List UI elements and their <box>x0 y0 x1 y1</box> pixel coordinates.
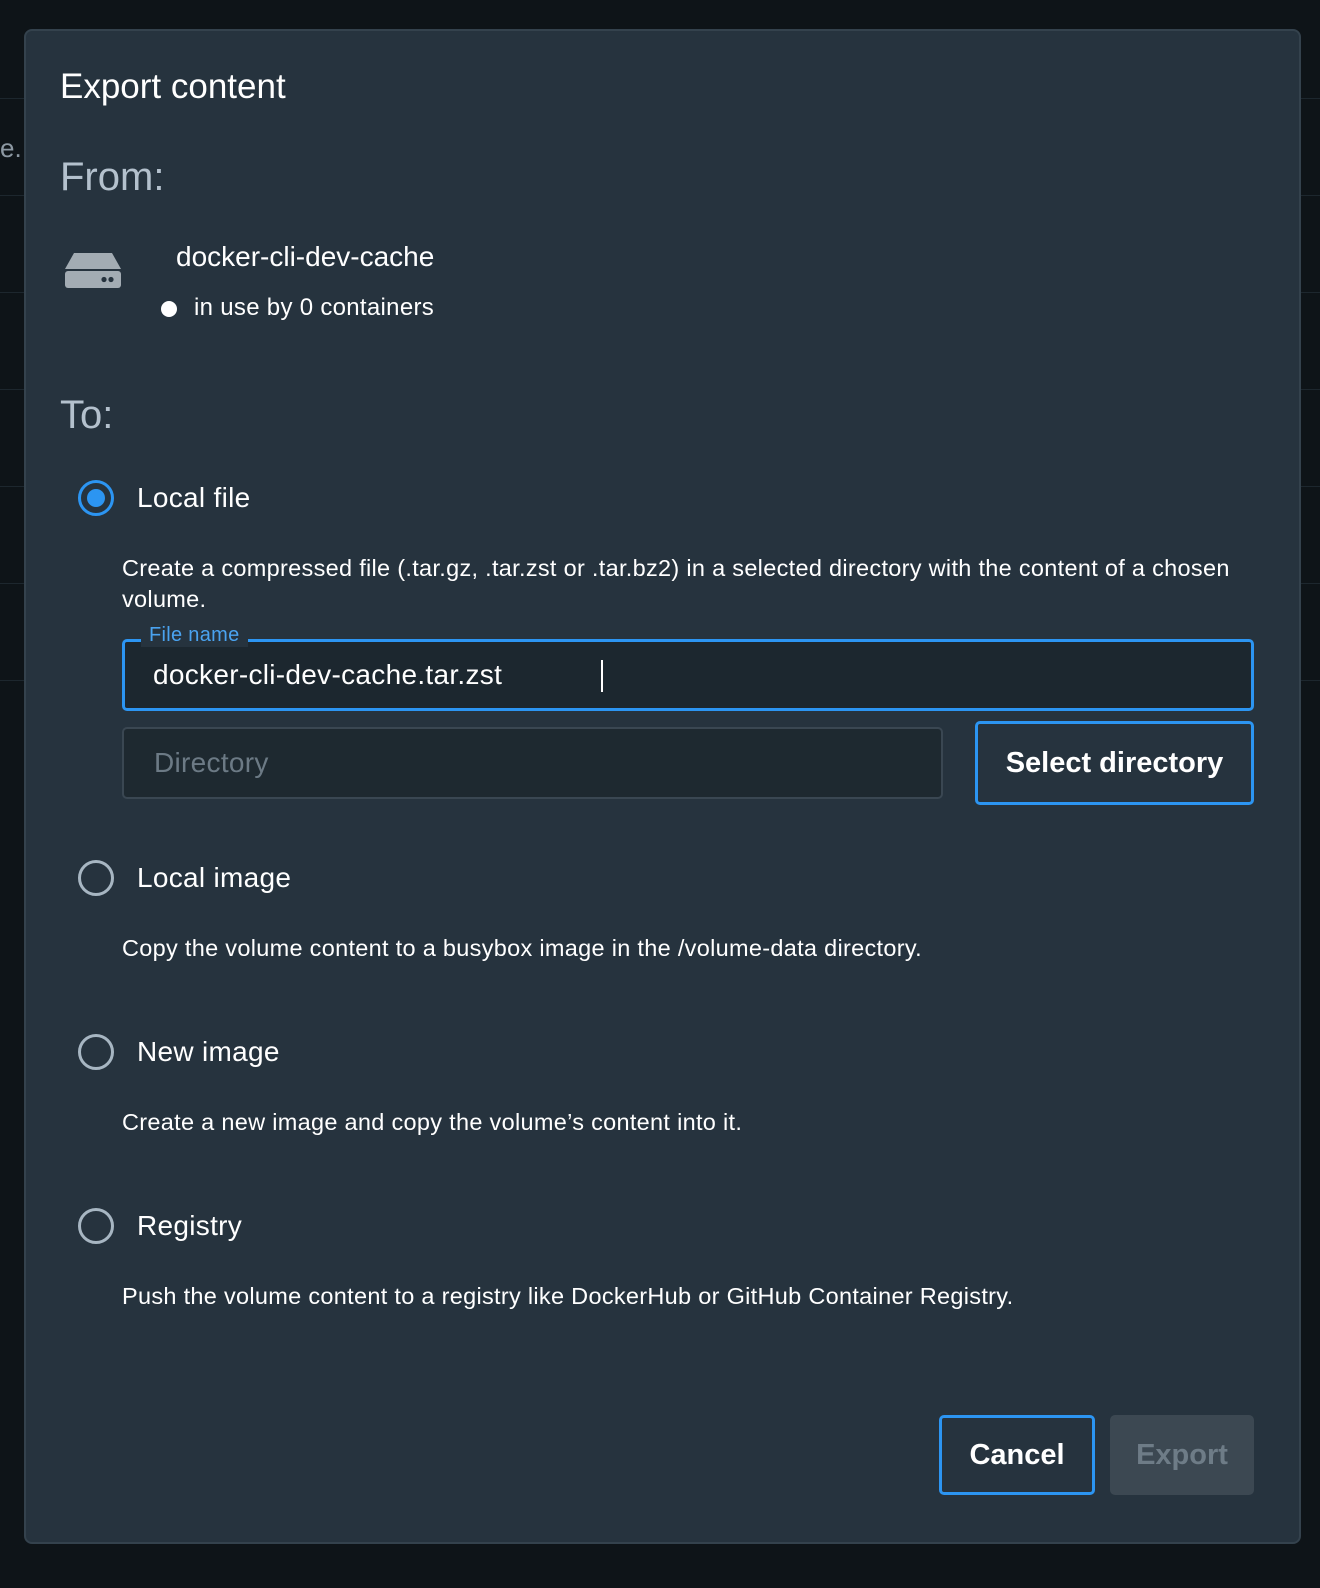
status-indicator-dot <box>161 301 177 317</box>
directory-input[interactable] <box>154 729 914 797</box>
background-partial-text: e. <box>0 133 22 163</box>
new-image-description: Create a new image and copy the volume’s… <box>122 1109 743 1135</box>
to-heading: To: <box>60 393 114 437</box>
radio-option-new-image[interactable]: New image <box>78 1030 280 1074</box>
radio-button-new-image[interactable] <box>78 1034 114 1070</box>
text-caret <box>601 660 603 692</box>
radio-label-new-image: New image <box>137 1036 280 1067</box>
radio-button-registry[interactable] <box>78 1208 114 1244</box>
select-directory-button[interactable]: Select directory <box>975 721 1254 805</box>
volume-status-text: in use by 0 containers <box>194 294 435 321</box>
radio-label-local-file: Local file <box>137 482 251 513</box>
local-file-description: Create a compressed file (.tar.gz, .tar.… <box>122 555 1230 612</box>
file-name-input[interactable] <box>153 642 1213 708</box>
radio-label-registry: Registry <box>137 1210 243 1241</box>
file-name-field[interactable]: File name <box>122 624 1254 711</box>
radio-option-registry[interactable]: Registry <box>78 1204 242 1248</box>
volume-name: docker-cli-dev-cache <box>176 241 435 272</box>
export-content-dialog: Export content From: docker-cli-dev-cach… <box>24 29 1301 1544</box>
radio-button-local-image[interactable] <box>78 860 114 896</box>
registry-description: Push the volume content to a registry li… <box>122 1283 1014 1309</box>
cancel-button[interactable]: Cancel <box>939 1415 1095 1495</box>
radio-button-local-file[interactable] <box>78 480 114 516</box>
local-image-description: Copy the volume content to a busybox ima… <box>122 935 922 961</box>
from-heading: From: <box>60 155 165 199</box>
radio-option-local-image[interactable]: Local image <box>78 856 291 900</box>
export-button[interactable]: Export <box>1110 1415 1254 1495</box>
dialog-title: Export content <box>60 67 286 106</box>
radio-label-local-image: Local image <box>137 862 292 893</box>
radio-option-local-file[interactable]: Local file <box>78 476 251 520</box>
directory-field[interactable] <box>122 727 943 799</box>
hard-drive-icon <box>65 253 121 288</box>
